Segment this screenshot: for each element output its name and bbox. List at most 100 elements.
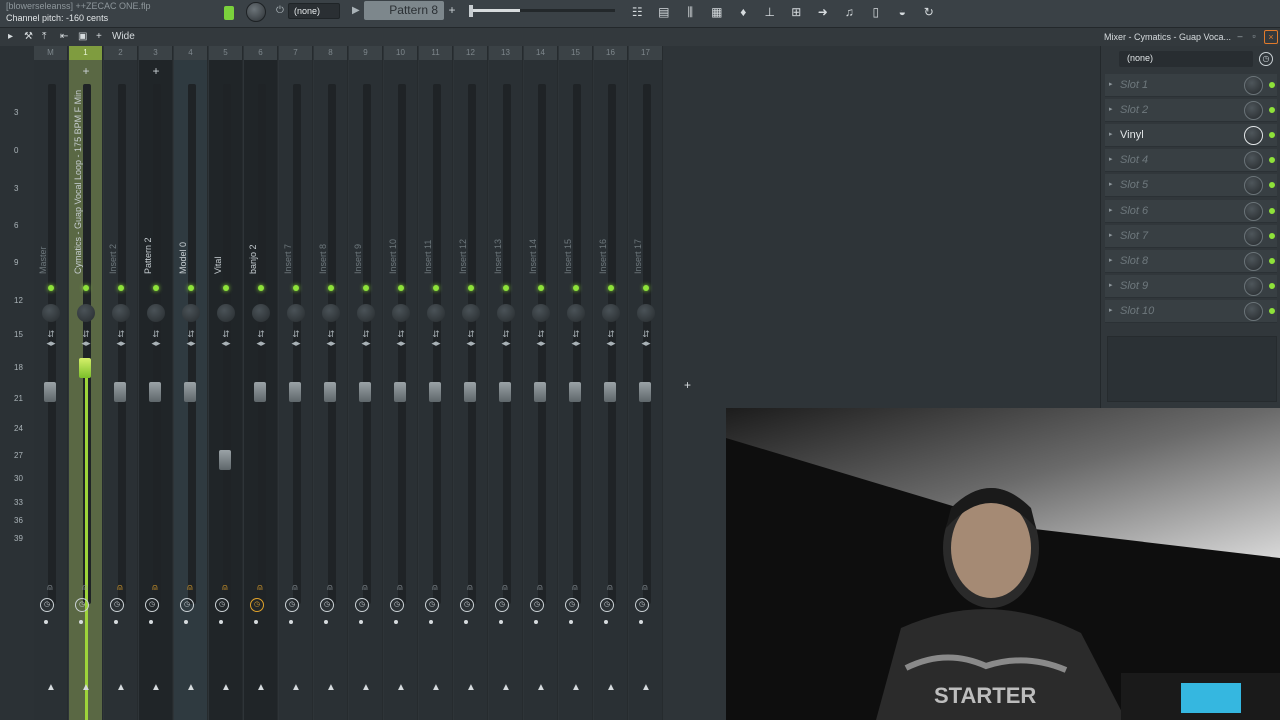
strip-name[interactable]: Master xyxy=(38,74,48,274)
strip-route-arrow-icon[interactable]: ▲ xyxy=(110,682,132,693)
record-arm-icon[interactable]: ⍝ xyxy=(149,582,161,594)
strip-name[interactable]: Insert 17 xyxy=(633,74,643,274)
strip-pan-knob[interactable] xyxy=(147,304,165,322)
strip-mute-led[interactable] xyxy=(573,285,579,291)
strip-route-dot[interactable] xyxy=(184,620,188,624)
minimize-icon[interactable]: – xyxy=(1234,31,1246,43)
record-arm-icon[interactable]: ⍝ xyxy=(289,582,301,594)
fx-mix-knob[interactable] xyxy=(1244,101,1263,121)
piano-roll-icon[interactable]: ▤ xyxy=(651,2,678,22)
strip-clock-icon[interactable]: ◷ xyxy=(285,598,299,612)
strip-mute-led[interactable] xyxy=(293,285,299,291)
maximize-icon[interactable]: ▫ xyxy=(1248,31,1260,43)
strip-mute-led[interactable] xyxy=(118,285,124,291)
strip-clock-icon[interactable]: ◷ xyxy=(635,598,649,612)
strip-route-arrow-icon[interactable]: ▲ xyxy=(75,682,97,693)
mixer-strip[interactable]: 12 Insert 12 ⇵ ◂▸ ⍝ ◷ ▲ xyxy=(454,46,488,720)
strip-volume-fader[interactable] xyxy=(534,382,546,402)
strip-clock-icon[interactable]: ◷ xyxy=(180,598,194,612)
strip-number[interactable]: 1 xyxy=(69,46,102,60)
strip-pan-knob[interactable] xyxy=(252,304,270,322)
fx-preset-selector[interactable]: (none) xyxy=(1119,51,1253,67)
fx-slot-label[interactable]: Slot 2 xyxy=(1120,104,1148,116)
record-arm-icon[interactable]: ⍝ xyxy=(219,582,231,594)
record-arm-icon[interactable]: ⍝ xyxy=(44,582,56,594)
record-arm-icon[interactable]: ⍝ xyxy=(499,582,511,594)
record-arm-icon[interactable]: ⍝ xyxy=(464,582,476,594)
strip-name[interactable]: Insert 13 xyxy=(493,74,503,274)
fx-slot-arrow-icon[interactable]: ▸ xyxy=(1109,281,1113,289)
strip-volume-fader[interactable] xyxy=(499,382,511,402)
strip-pan-knob[interactable] xyxy=(602,304,620,322)
record-arm-icon[interactable]: ⍝ xyxy=(359,582,371,594)
strip-clock-icon[interactable]: ◷ xyxy=(530,598,544,612)
strip-name[interactable]: Insert 8 xyxy=(318,74,328,274)
strip-route-dot[interactable] xyxy=(639,620,643,624)
mixer-strip[interactable]: 17 Insert 17 ⇵ ◂▸ ⍝ ◷ ▲ xyxy=(629,46,663,720)
strip-number[interactable]: 7 xyxy=(279,46,312,60)
strip-route-dot[interactable] xyxy=(44,620,48,624)
mixer-icon[interactable]: ⫼ xyxy=(677,2,704,22)
fx-slot[interactable]: ▸ Slot 4 xyxy=(1105,149,1277,173)
strip-number[interactable]: 11 xyxy=(419,46,452,60)
fx-slot-label[interactable]: Slot 5 xyxy=(1120,179,1148,191)
strip-route-dot[interactable] xyxy=(324,620,328,624)
strip-volume-fader[interactable] xyxy=(324,382,336,402)
fx-enable-led[interactable] xyxy=(1269,282,1275,289)
strip-route-dot[interactable] xyxy=(359,620,363,624)
strip-name[interactable]: Pattern 2 xyxy=(143,74,153,274)
strip-clock-icon[interactable]: ◷ xyxy=(390,598,404,612)
mixer-strip[interactable]: 9 Insert 9 ⇵ ◂▸ ⍝ ◷ ▲ xyxy=(349,46,383,720)
fx-mix-knob[interactable] xyxy=(1244,251,1263,271)
strip-pan-knob[interactable] xyxy=(567,304,585,322)
strip-route-dot[interactable] xyxy=(114,620,118,624)
mixer-strip[interactable]: 13 Insert 13 ⇵ ◂▸ ⍝ ◷ ▲ xyxy=(489,46,523,720)
strip-mute-led[interactable] xyxy=(363,285,369,291)
strip-route-dot[interactable] xyxy=(569,620,573,624)
mixer-strip[interactable]: 10 Insert 10 ⇵ ◂▸ ⍝ ◷ ▲ xyxy=(384,46,418,720)
strip-route-arrow-icon[interactable]: ▲ xyxy=(215,682,237,693)
strip-route-arrow-icon[interactable]: ▲ xyxy=(495,682,517,693)
channel-rack-icon[interactable]: ▦ xyxy=(704,2,731,22)
fx-slot[interactable]: ▸ Slot 7 xyxy=(1105,224,1277,248)
strip-mute-led[interactable] xyxy=(48,285,54,291)
strip-number[interactable]: 16 xyxy=(594,46,627,60)
strip-number[interactable]: 5 xyxy=(209,46,242,60)
strip-route-arrow-icon[interactable]: ▲ xyxy=(40,682,62,693)
strip-mute-led[interactable] xyxy=(433,285,439,291)
strip-swap-icon[interactable]: ⇵ ◂▸ xyxy=(250,330,272,348)
fx-enable-led[interactable] xyxy=(1269,157,1275,164)
strip-mute-led[interactable] xyxy=(188,285,194,291)
strip-name[interactable]: Cymatics - Guap Vocal Loop - 175 BPM F M… xyxy=(73,74,83,274)
strip-swap-icon[interactable]: ⇵ ◂▸ xyxy=(390,330,412,348)
fx-slot[interactable]: ▸ Slot 6 xyxy=(1105,199,1277,223)
strip-mute-led[interactable] xyxy=(503,285,509,291)
pattern-label[interactable]: Pattern 8 xyxy=(364,1,444,20)
mixer-strip[interactable]: 4 Model 0 ⇵ ◂▸ ⍝ ◷ ▲ xyxy=(174,46,208,720)
fx-slot-label[interactable]: Slot 10 xyxy=(1120,305,1154,317)
strip-name[interactable]: Insert 7 xyxy=(283,74,293,274)
strip-swap-icon[interactable]: ⇵ ◂▸ xyxy=(75,330,97,348)
strip-number[interactable]: 4 xyxy=(174,46,207,60)
strip-volume-fader[interactable] xyxy=(394,382,406,402)
arrow-icon[interactable]: ➜ xyxy=(810,2,837,22)
hat-icon[interactable]: ◒ xyxy=(889,2,916,22)
record-arm-icon[interactable]: ⍝ xyxy=(534,582,546,594)
strip-name[interactable]: Insert 9 xyxy=(353,74,363,274)
strip-number[interactable]: 14 xyxy=(524,46,557,60)
mixer-strip[interactable]: 11 Insert 11 ⇵ ◂▸ ⍝ ◷ ▲ xyxy=(419,46,453,720)
strip-pan-knob[interactable] xyxy=(532,304,550,322)
fx-mix-knob[interactable] xyxy=(1244,276,1263,296)
fx-enable-led[interactable] xyxy=(1269,232,1275,239)
strip-volume-fader[interactable] xyxy=(149,382,161,402)
window-icon[interactable]: ▣ xyxy=(78,31,87,42)
strip-mute-led[interactable] xyxy=(83,285,89,291)
strip-number[interactable]: 10 xyxy=(384,46,417,60)
strip-pan-knob[interactable] xyxy=(77,304,95,322)
strip-route-arrow-icon[interactable]: ▲ xyxy=(425,682,447,693)
strip-clock-icon[interactable]: ◷ xyxy=(75,598,89,612)
strip-mute-led[interactable] xyxy=(223,285,229,291)
strip-clock-icon[interactable]: ◷ xyxy=(495,598,509,612)
strip-route-dot[interactable] xyxy=(464,620,468,624)
strip-volume-fader[interactable] xyxy=(639,382,651,402)
